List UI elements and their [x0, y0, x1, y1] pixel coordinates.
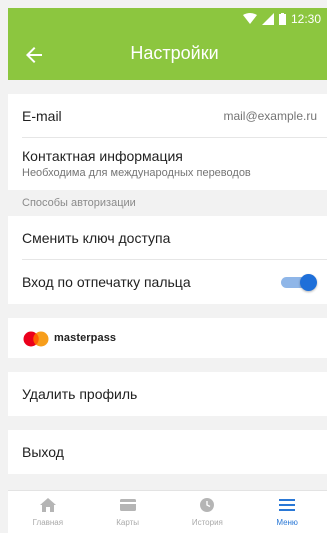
fingerprint-row: Вход по отпечатку пальца [8, 260, 327, 304]
masterpass-row[interactable]: masterpass [8, 318, 327, 358]
nav-label-history: История [191, 518, 223, 527]
nav-item-home[interactable]: Главная [8, 491, 88, 533]
status-bar: 12:30 [8, 8, 327, 30]
signal-icon [261, 13, 274, 25]
nav-item-history[interactable]: История [168, 491, 248, 533]
auth-section-header: Способы авторизации [8, 190, 327, 216]
status-time: 12:30 [290, 12, 321, 26]
delete-profile-row[interactable]: Удалить профиль [8, 372, 327, 416]
menu-icon [279, 499, 296, 511]
email-value: mail@example.ru [223, 109, 317, 123]
nav-label-cards: Карты [116, 518, 140, 527]
nav-label-menu: Меню [276, 518, 298, 527]
toggle-knob [300, 274, 317, 291]
contact-info-subtitle: Необходима для международных переводов [22, 167, 251, 179]
change-key-row[interactable]: Сменить ключ доступа [8, 216, 327, 260]
contact-info-title: Контактная информация [22, 148, 183, 164]
status-icons: 12:30 [242, 11, 321, 27]
spacer [8, 358, 327, 372]
nav-item-menu[interactable]: Меню [247, 491, 327, 533]
nav-label-home: Главная [32, 518, 64, 527]
app-bar: Настройки [8, 30, 327, 80]
page-title: Настройки [130, 43, 219, 63]
delete-profile-label: Удалить профиль [22, 386, 138, 402]
fingerprint-toggle[interactable] [281, 274, 317, 291]
logout-row[interactable]: Выход [8, 430, 327, 474]
auth-section-title: Способы авторизации [22, 197, 136, 209]
masterpass-logo [23, 331, 49, 347]
spacer [8, 80, 327, 94]
fingerprint-label: Вход по отпечатку пальца [22, 274, 191, 290]
contact-info-row[interactable]: Контактная информация Необходима для меж… [8, 138, 327, 190]
nav-item-cards[interactable]: Карты [88, 491, 168, 533]
bottom-nav: Главная Карты История Меню [8, 490, 327, 533]
spacer [8, 416, 327, 430]
masterpass-label: masterpass [54, 332, 117, 344]
battery-icon [278, 13, 286, 25]
settings-screen: 12:30 Настройки E-mail mail@example.ru К… [0, 0, 327, 533]
email-label: E-mail [22, 108, 62, 124]
settings-list: E-mail mail@example.ru Контактная информ… [8, 80, 327, 491]
spacer [8, 304, 327, 318]
clock-icon [200, 498, 215, 512]
logout-label: Выход [22, 444, 64, 460]
wifi-icon [242, 13, 257, 24]
email-row[interactable]: E-mail mail@example.ru [8, 94, 327, 138]
home-icon [39, 498, 56, 512]
change-key-label: Сменить ключ доступа [22, 230, 171, 246]
card-icon [119, 499, 136, 511]
